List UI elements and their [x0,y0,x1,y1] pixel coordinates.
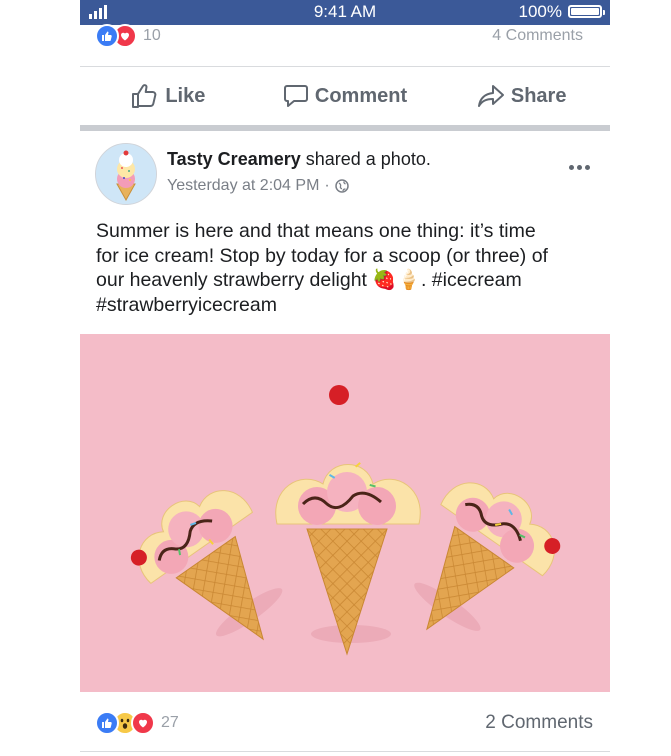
post-text: Summer is here and that means one thing:… [96,219,606,317]
previous-reaction-count: 10 [143,27,161,44]
post-timestamp[interactable]: Yesterday at 2:04 PM [167,177,319,195]
like-label: Like [165,84,206,107]
like-reaction-icon [95,711,119,735]
ice-cream-cones-illustration [130,385,561,656]
battery-percentage: 100% [518,2,562,21]
share-button[interactable]: Share [433,73,610,119]
page-avatar[interactable] [95,143,157,205]
battery-icon [568,5,605,18]
divider [80,751,610,752]
status-bar: 9:41 AM 100% [80,0,610,25]
like-button[interactable]: Like [80,73,257,119]
post-text-line: for ice cream! Stop by today for a scoop… [96,244,548,267]
post-text-line: our heavenly strawberry delight 🍓🍦. #ice… [96,269,522,291]
post-comments-count[interactable]: 2 Comments [485,712,593,734]
post-text-line: #strawberryicecream [96,293,277,316]
post-reaction-count: 27 [161,714,179,731]
share-label: Share [510,84,567,107]
post-author-line: Tasty Creamery shared a photo. [167,149,431,170]
like-reaction-icon [95,24,119,48]
divider [80,66,610,67]
feed-separator [80,125,610,131]
comment-button[interactable]: Comment [257,73,434,119]
post-text-line: Summer is here and that means one thing:… [96,220,536,242]
comment-icon [283,85,308,107]
more-icon[interactable] [569,165,590,170]
previous-comments-count[interactable]: 4 Comments [492,27,583,45]
previous-post-reactions[interactable]: 10 [95,24,161,48]
phone-screen: 9:41 AM 100% 10 4 Comments Like Comment [80,0,610,756]
comment-label: Comment [314,84,408,107]
love-reaction-icon [131,711,155,735]
post-reactions[interactable]: 27 [95,711,179,735]
share-icon [477,85,504,107]
thumbs-up-icon [132,84,157,108]
post-photo[interactable] [80,334,610,692]
post-action-text: shared a photo. [300,149,431,169]
action-bar: Like Comment Share [80,73,610,119]
meta-separator: · [324,177,330,194]
post-meta: Yesterday at 2:04 PM · [167,177,349,195]
globe-icon [334,179,349,193]
page-name[interactable]: Tasty Creamery [167,149,301,169]
